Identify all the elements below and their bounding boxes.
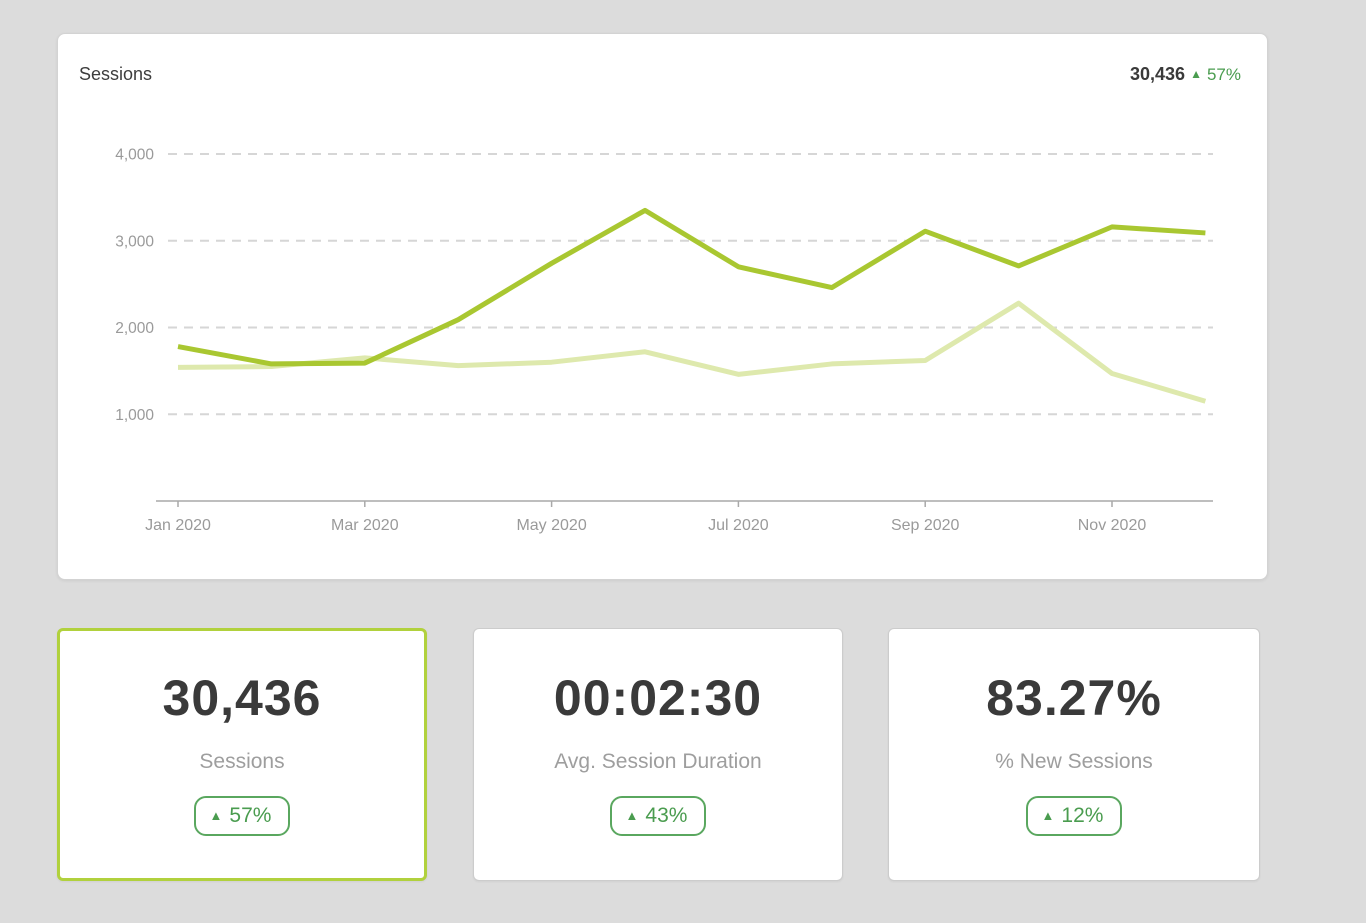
trend-badge: ▲ 57% [194,796,291,836]
stat-value: 30,436 [60,673,424,723]
x-axis-label: May 2020 [516,517,586,534]
sessions-previous-line [178,303,1205,401]
stat-value: 83.27% [889,673,1259,723]
trend-badge: ▲ 12% [1026,796,1123,836]
y-axis-label: 1,000 [115,407,154,424]
stat-label: Avg. Session Duration [474,751,842,772]
trend-value: 57% [229,805,271,826]
trend-badge: ▲ 43% [610,796,707,836]
x-axis-label: Jul 2020 [708,517,769,534]
stat-label: Sessions [60,751,424,772]
x-axis-label: Jan 2020 [145,517,211,534]
trend-value: 12% [1061,805,1103,826]
chart-trend-value: 57% [1207,65,1241,85]
x-axis-label: Nov 2020 [1078,517,1147,534]
sessions-line-chart[interactable]: 1,000 2,000 3,000 4,000 Jan 2020 Mar 2020 May … [58,34,1269,581]
chart-title: Sessions [79,64,152,85]
sessions-current-line [178,210,1205,364]
trend-value: 43% [645,805,687,826]
stat-label: % New Sessions [889,751,1259,772]
trend-up-icon: ▲ [1042,809,1055,822]
stat-value: 00:02:30 [474,673,842,723]
chart-total: 30,436 ▲ 57% [1130,64,1241,85]
trend-up-icon: ▲ [626,809,639,822]
stat-card-new-sessions[interactable]: 83.27% % New Sessions ▲ 12% [888,628,1260,881]
y-axis-label: 3,000 [115,233,154,250]
stat-card-sessions[interactable]: 30,436 Sessions ▲ 57% [57,628,427,881]
y-axis-label: 2,000 [115,320,154,337]
chart-total-value: 30,436 [1130,64,1185,85]
chart-header: Sessions 30,436 ▲ 57% [79,64,1241,85]
x-axis-label: Sep 2020 [891,517,960,534]
trend-up-icon: ▲ [210,809,223,822]
sessions-chart-card: 1,000 2,000 3,000 4,000 Jan 2020 Mar 2020 May … [57,33,1268,580]
x-axis-label: Mar 2020 [331,517,399,534]
y-axis-label: 4,000 [115,147,154,164]
stat-card-avg-session-duration[interactable]: 00:02:30 Avg. Session Duration ▲ 43% [473,628,843,881]
trend-up-icon: ▲ [1190,67,1202,81]
